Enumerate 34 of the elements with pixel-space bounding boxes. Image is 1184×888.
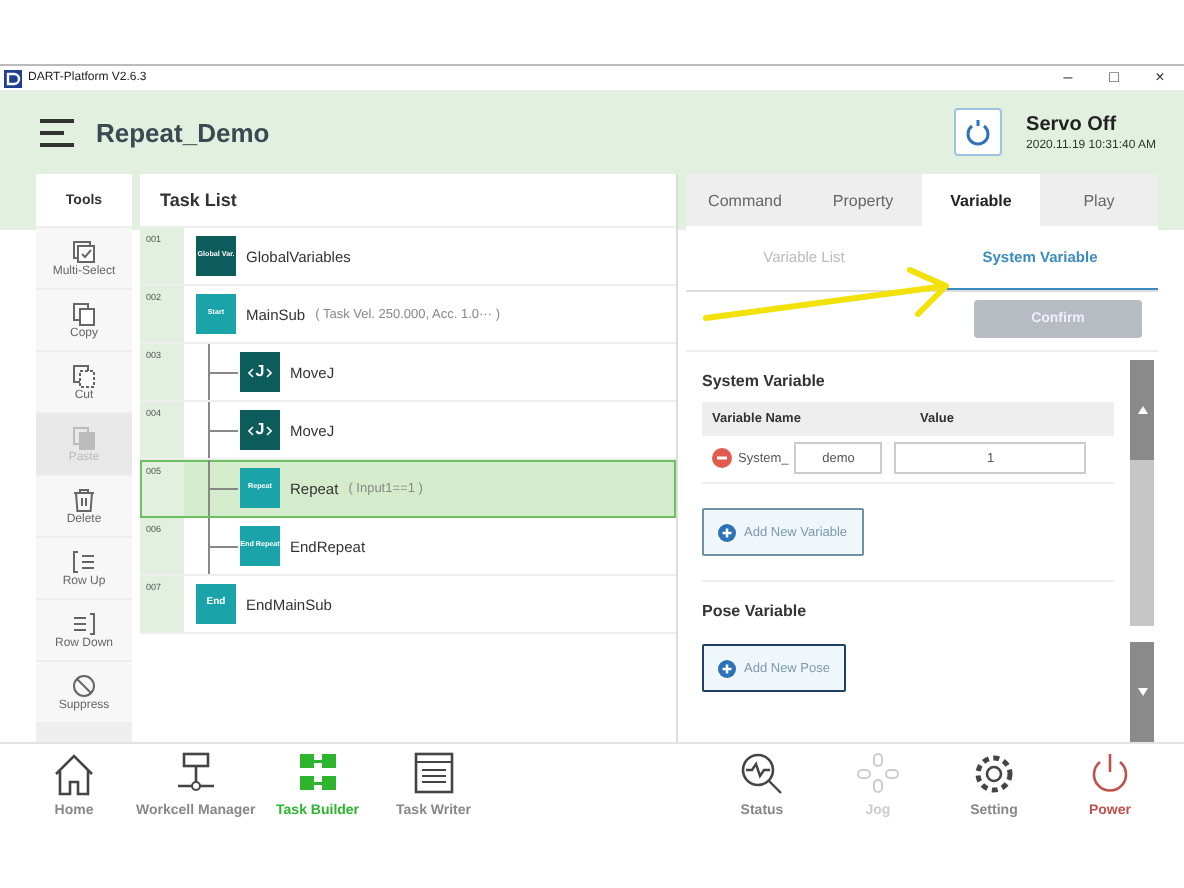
paste-icon	[72, 425, 96, 449]
minimize-button[interactable]: –	[1048, 66, 1088, 90]
servo-button[interactable]	[954, 108, 1003, 156]
document-icon	[409, 752, 458, 796]
plus-icon	[718, 659, 736, 677]
remove-icon[interactable]	[712, 448, 732, 468]
list-icon	[72, 549, 96, 573]
task-list-title: Task List	[140, 174, 676, 228]
command-badge: J	[240, 410, 280, 450]
direction-pad-icon	[854, 752, 902, 796]
command-badge: J	[240, 352, 280, 392]
copy-icon	[72, 301, 96, 325]
panel-tab[interactable]: Property	[804, 174, 922, 226]
power-icon	[964, 118, 993, 146]
scroll-down-icon[interactable]	[1137, 688, 1147, 696]
settings-icon	[970, 752, 1018, 796]
house-icon	[50, 752, 98, 796]
search-icon	[738, 752, 786, 796]
section-title: Pose Variable	[702, 602, 807, 620]
checkbox-icon	[72, 239, 96, 263]
panel-tab[interactable]: Command	[686, 174, 804, 226]
trash-icon	[72, 487, 96, 511]
section-title: System Variable	[702, 372, 825, 390]
list-icon	[72, 611, 96, 635]
close-button[interactable]: ×	[1140, 66, 1180, 90]
panel-tab[interactable]: Play	[1040, 174, 1158, 226]
prohibit-icon	[72, 673, 96, 697]
menu-icon[interactable]	[40, 117, 76, 147]
maximize-button[interactable]: □	[1094, 66, 1134, 90]
cut-icon	[72, 363, 96, 387]
servo-status: Servo Off	[1026, 113, 1119, 135]
plus-icon	[718, 523, 736, 541]
scroll-up-icon[interactable]	[1137, 406, 1147, 414]
project-title: Repeat_Demo	[96, 117, 270, 147]
